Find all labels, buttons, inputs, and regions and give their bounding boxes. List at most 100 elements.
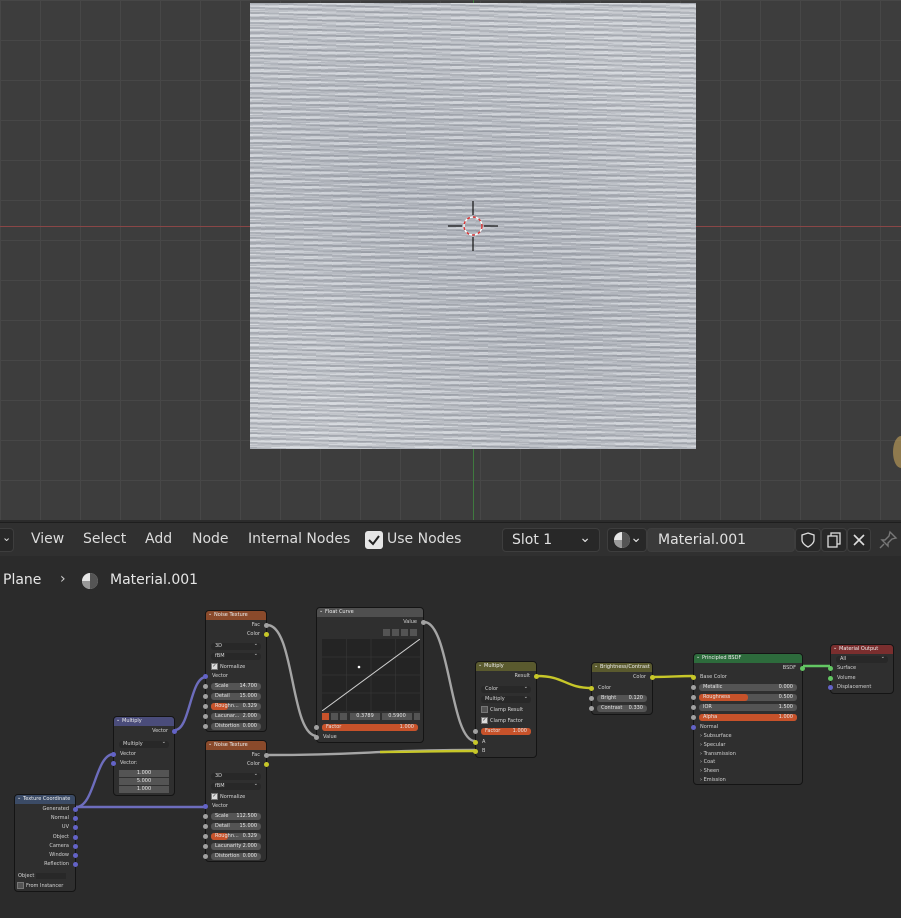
node-material-output[interactable]: Material Output All Surface Volume Displ… — [828, 644, 894, 694]
contrast-field[interactable]: Contrast 0.330 — [589, 705, 647, 712]
sun-lamp-icon[interactable] — [893, 436, 901, 468]
noise-type-dropdown[interactable]: fBM — [211, 651, 261, 660]
node-title[interactable]: Noise Texture — [206, 610, 266, 620]
curve-graph[interactable] — [322, 639, 420, 711]
delete-point-icon[interactable] — [414, 713, 420, 720]
node-noise-texture-1[interactable]: Noise Texture Fac Color 3D fBM ✓Normaliz… — [203, 610, 269, 732]
socket-volume[interactable]: Volume — [828, 674, 893, 683]
node-title[interactable]: Texture Coordinate — [15, 794, 75, 804]
socket-uv[interactable]: UV — [15, 823, 78, 832]
socket-surface[interactable]: Surface — [828, 664, 893, 673]
roughness-field[interactable]: Roughness 0.500 — [691, 694, 797, 701]
curve-point-x[interactable]: 0.3789 — [350, 713, 380, 720]
socket-vector-in[interactable]: Vector — [111, 750, 174, 759]
socket-fac[interactable]: Fac — [206, 751, 269, 760]
zoom-icon[interactable] — [383, 629, 390, 636]
curve-point-y[interactable]: 0.5900 — [382, 713, 412, 720]
socket-window[interactable]: Window — [15, 851, 78, 860]
object-field[interactable]: Object — [15, 872, 75, 881]
socket-value-out[interactable]: Value — [317, 618, 426, 627]
normalize-checkbox[interactable]: ✓ Normalize — [211, 793, 245, 801]
editor-type-dropdown[interactable]: ⌄ — [0, 528, 14, 552]
slot-dropdown[interactable]: Slot 1 ⌄ — [502, 528, 600, 552]
scale-field[interactable]: Scale 112.500 — [203, 813, 261, 820]
node-title[interactable]: Multiply — [476, 661, 536, 671]
node-noise-texture-2[interactable]: Noise Texture Fac Color 3D fBM ✓Normaliz… — [203, 740, 269, 862]
distortion-field[interactable]: Distortion 0.000 — [203, 853, 261, 860]
unlink-material-button[interactable] — [847, 528, 871, 552]
scale-field[interactable]: Scale 14.700 — [203, 683, 261, 690]
use-nodes-checkbox[interactable] — [365, 531, 383, 549]
socket-vector2-in[interactable]: Vector: — [111, 759, 174, 768]
dimensions-dropdown[interactable]: 3D — [211, 771, 261, 780]
panel-subsurface[interactable]: › Subsurface — [700, 732, 732, 741]
vector-y-field[interactable]: 5.000 — [119, 778, 169, 785]
node-title[interactable]: Material Output — [831, 644, 893, 654]
socket-vector-out[interactable]: Vector — [114, 727, 177, 736]
panel-emission[interactable]: › Emission — [700, 776, 726, 785]
noise-type-dropdown[interactable]: fBM — [211, 781, 261, 790]
socket-color[interactable]: Color — [206, 630, 269, 639]
normalize-checkbox[interactable]: ✓ Normalize — [211, 663, 245, 671]
target-dropdown[interactable]: All — [836, 654, 888, 663]
data-type-dropdown[interactable]: Color — [481, 684, 531, 693]
tools-icon[interactable] — [401, 629, 408, 636]
node-title[interactable]: Noise Texture — [206, 740, 266, 750]
socket-a[interactable]: A — [473, 738, 536, 747]
node-texture-coordinate[interactable]: Texture Coordinate Generated Normal UV O… — [14, 794, 78, 892]
node-title[interactable]: Brightness/Contrast — [592, 662, 652, 672]
ior-field[interactable]: IOR 1.500 — [691, 704, 797, 711]
clamp-result-checkbox[interactable]: Clamp Result — [481, 706, 523, 714]
socket-fac[interactable]: Fac — [206, 621, 269, 630]
panel-specular[interactable]: › Specular — [700, 741, 725, 750]
lacunarity-field[interactable]: Lacunar... 2.000 — [203, 713, 261, 720]
clamp-factor-checkbox[interactable]: ✓ Clamp Factor — [481, 717, 523, 725]
zoom-out-icon[interactable] — [392, 629, 399, 636]
detail-field[interactable]: Detail 15.000 — [203, 693, 261, 700]
duplicate-material-button[interactable] — [821, 528, 847, 552]
distortion-field[interactable]: Distortion 0.000 — [203, 723, 261, 730]
node-vector-multiply[interactable]: Multiply Vector Multiply Vector Vector: … — [111, 716, 177, 796]
material-name-field[interactable]: Material.001 — [647, 528, 795, 552]
handle-type-clamped-icon[interactable] — [340, 713, 347, 720]
factor-field[interactable]: Factor 1.000 — [473, 728, 531, 735]
roughness-field[interactable]: Roughn... 0.329 — [203, 833, 261, 840]
math-mode-dropdown[interactable]: Multiply — [119, 739, 169, 748]
menu-add[interactable]: Add — [145, 531, 172, 547]
vector-x-field[interactable]: 1.000 — [119, 770, 169, 777]
node-principled-bsdf[interactable]: Principled BSDF BSDF Base Color Metallic… — [691, 653, 805, 785]
menu-select[interactable]: Select — [83, 531, 126, 547]
socket-generated[interactable]: Generated — [15, 805, 78, 814]
menu-view[interactable]: View — [31, 531, 64, 547]
node-float-curve[interactable]: Float Curve Value 0.3789 0.5900 Factor1.… — [314, 607, 426, 743]
node-brightness-contrast[interactable]: Brightness/Contrast Color Color Bright0.… — [589, 662, 655, 715]
detail-field[interactable]: Detail 15.000 — [203, 823, 261, 830]
dimensions-dropdown[interactable]: 3D — [211, 641, 261, 650]
from-instancer-checkbox[interactable]: From Instancer — [17, 882, 63, 890]
menu-node[interactable]: Node — [192, 531, 229, 547]
handle-type-vector-icon[interactable] — [331, 713, 338, 720]
socket-normal[interactable]: Normal — [691, 723, 802, 732]
socket-object[interactable]: Object — [15, 833, 78, 842]
socket-b[interactable]: B — [473, 747, 536, 756]
socket-vector[interactable]: Vector — [203, 802, 266, 811]
node-title[interactable]: Multiply — [114, 716, 174, 726]
socket-color-in[interactable]: Color — [589, 684, 652, 693]
node-title[interactable]: Principled BSDF — [694, 653, 802, 663]
socket-camera[interactable]: Camera — [15, 842, 78, 851]
vector-z-field[interactable]: 1.000 — [119, 786, 169, 793]
node-editor-canvas[interactable]: Plane › Material.001 Texture Coordinate … — [0, 556, 901, 918]
socket-value-in[interactable]: Value — [314, 733, 423, 742]
material-browse-button[interactable]: ⌄ — [607, 528, 647, 552]
3d-viewport[interactable] — [0, 0, 901, 520]
roughness-field[interactable]: Roughn... 0.329 — [203, 703, 261, 710]
node-color-multiply[interactable]: Multiply Result Color Multiply Clamp Res… — [473, 661, 539, 758]
socket-color[interactable]: Color — [206, 760, 269, 769]
lacunarity-field[interactable]: Lacunarity 2.000 — [203, 843, 261, 850]
socket-vector[interactable]: Vector — [203, 672, 266, 681]
panel-sheen[interactable]: › Sheen — [700, 767, 719, 776]
socket-bsdf[interactable]: BSDF — [694, 664, 805, 673]
node-title[interactable]: Float Curve — [317, 607, 423, 617]
socket-result[interactable]: Result — [476, 672, 539, 681]
fake-user-button[interactable] — [795, 528, 821, 552]
